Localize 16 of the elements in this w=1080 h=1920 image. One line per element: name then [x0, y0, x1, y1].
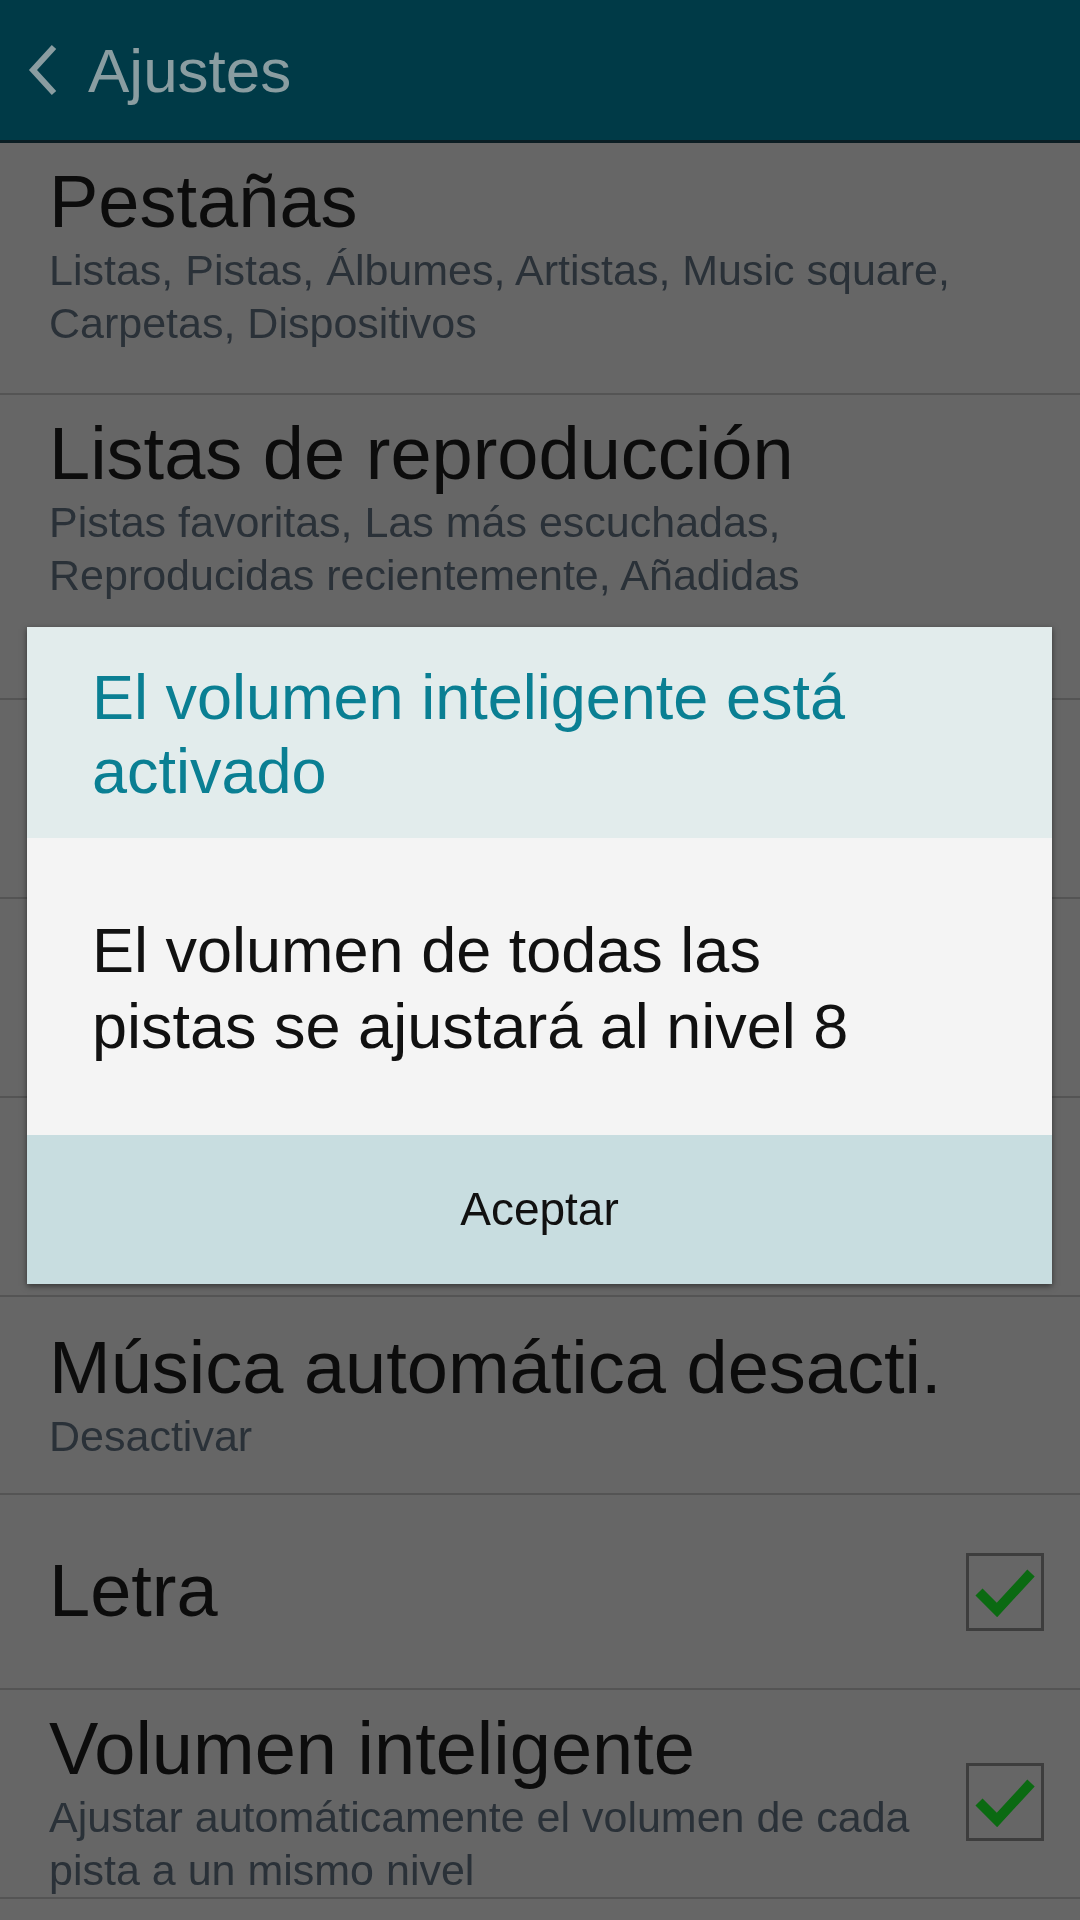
setting-description: Ajustar automáticamente el volumen de cada pista a un mismo nivel — [49, 1791, 911, 1896]
setting-description: Desactivar — [49, 1411, 254, 1462]
dialog-message: El volumen de todas las pistas se ajustará al nivel 8 — [27, 838, 1052, 1135]
screen-title: Ajustes — [88, 34, 292, 107]
setting-title: Pestañas — [49, 161, 359, 244]
dialog-title: El volumen inteligente está activado — [27, 627, 1052, 839]
setting-title: Música automática desacti. — [49, 1327, 943, 1410]
setting-title: Volumen inteligente — [49, 1708, 696, 1791]
setting-title: Letra — [49, 1550, 219, 1633]
checkbox[interactable] — [966, 1763, 1044, 1842]
setting-title: Listas de reproducción — [49, 413, 795, 496]
checkbox[interactable] — [966, 1552, 1044, 1631]
setting-description: Listas, Pistas, Álbumes, Artistas, Music square, Carpetas, Dispositivos — [49, 244, 951, 349]
setting-description: Pistas favoritas, Las más escuchadas, Reproducidas recientemente, Añadidas — [49, 496, 801, 601]
back-icon[interactable] — [28, 44, 58, 96]
accept-button[interactable]: Aceptar — [27, 1134, 1052, 1284]
